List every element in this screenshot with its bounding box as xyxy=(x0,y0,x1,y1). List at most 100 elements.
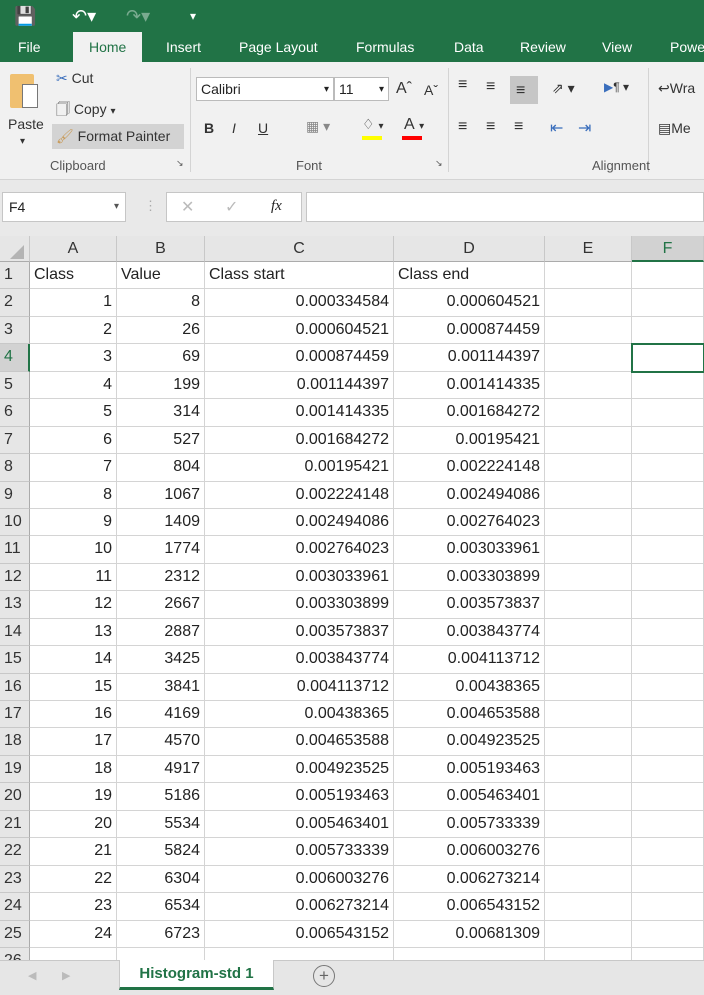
undo-icon[interactable]: ↶▾ xyxy=(72,6,96,27)
enter-icon[interactable]: ✓ xyxy=(225,197,238,217)
cell-d6[interactable]: 0.001684272 xyxy=(394,399,545,427)
name-box[interactable]: F4 ▾ xyxy=(2,192,126,222)
cell-a12[interactable]: 11 xyxy=(30,563,117,592)
cell-e4[interactable] xyxy=(545,344,632,372)
select-all-button[interactable] xyxy=(0,236,30,262)
cell-c26[interactable] xyxy=(205,948,394,960)
underline-button[interactable]: U xyxy=(258,120,268,136)
row-header[interactable]: 16 xyxy=(0,673,30,702)
cell-b8[interactable]: 804 xyxy=(117,454,205,482)
cell-b15[interactable]: 3425 xyxy=(117,646,205,674)
cell-c12[interactable]: 0.003033961 xyxy=(205,563,394,592)
cell-e20[interactable] xyxy=(545,783,632,811)
cell-e8[interactable] xyxy=(545,454,632,482)
cell-f17[interactable] xyxy=(632,701,704,729)
row-header[interactable]: 19 xyxy=(0,755,30,784)
row-header[interactable]: 5 xyxy=(0,371,30,400)
cell-a15[interactable]: 14 xyxy=(30,646,117,674)
cell-b25[interactable]: 6723 xyxy=(117,920,205,948)
cell-a17[interactable]: 16 xyxy=(30,701,117,729)
row-header[interactable]: 4 xyxy=(0,344,30,372)
cell-b26[interactable] xyxy=(117,948,205,960)
row-header[interactable]: 26 xyxy=(0,948,30,960)
align-left-icon[interactable]: ≡ xyxy=(458,118,467,136)
cell-c22[interactable]: 0.005733339 xyxy=(205,838,394,866)
cell-d25[interactable]: 0.00681309 xyxy=(394,920,545,948)
font-size-select[interactable]: 11 ▾ xyxy=(334,77,389,101)
cell-c25[interactable]: 0.006543152 xyxy=(205,920,394,948)
align-center-icon[interactable]: ≡ xyxy=(486,118,495,136)
tab-data[interactable]: Data xyxy=(454,39,484,55)
row-header[interactable]: 23 xyxy=(0,865,30,894)
formula-input[interactable] xyxy=(306,192,704,222)
format-painter-button[interactable]: 🖌 Format Painter xyxy=(52,124,184,149)
cell-f14[interactable] xyxy=(632,618,704,647)
cell-f10[interactable] xyxy=(632,508,704,537)
row-header[interactable]: 14 xyxy=(0,618,30,647)
cell-b4[interactable]: 69 xyxy=(117,344,205,372)
cell-c17[interactable]: 0.00438365 xyxy=(205,701,394,729)
cell-a26[interactable] xyxy=(30,948,117,960)
cell-b2[interactable]: 8 xyxy=(117,289,205,317)
cell-c5[interactable]: 0.001144397 xyxy=(205,371,394,400)
cell-a21[interactable]: 20 xyxy=(30,810,117,839)
row-header[interactable]: 20 xyxy=(0,783,30,811)
cell-a7[interactable]: 6 xyxy=(30,426,117,455)
cell-a20[interactable]: 19 xyxy=(30,783,117,811)
cell-d23[interactable]: 0.006273214 xyxy=(394,865,545,894)
cell-e7[interactable] xyxy=(545,426,632,455)
cell-c9[interactable]: 0.002224148 xyxy=(205,481,394,509)
cell-d26[interactable] xyxy=(394,948,545,960)
row-header[interactable]: 25 xyxy=(0,920,30,948)
cell-b19[interactable]: 4917 xyxy=(117,755,205,784)
tab-file[interactable]: File xyxy=(18,39,41,55)
column-header-d[interactable]: D xyxy=(394,236,545,262)
row-header[interactable]: 2 xyxy=(0,289,30,317)
cell-c4[interactable]: 0.000874459 xyxy=(205,344,394,372)
cell-c11[interactable]: 0.002764023 xyxy=(205,536,394,564)
cancel-icon[interactable]: ✕ xyxy=(181,197,194,217)
row-header[interactable]: 9 xyxy=(0,481,30,509)
column-header-a[interactable]: A xyxy=(30,236,117,262)
cell-f15[interactable] xyxy=(632,646,704,674)
cell-e12[interactable] xyxy=(545,563,632,592)
align-right-icon[interactable]: ≡ xyxy=(514,118,523,136)
cell-c20[interactable]: 0.005193463 xyxy=(205,783,394,811)
cell-c10[interactable]: 0.002494086 xyxy=(205,508,394,537)
increase-font-icon[interactable]: Aˆ xyxy=(396,80,412,98)
cell-f21[interactable] xyxy=(632,810,704,839)
cell-c14[interactable]: 0.003573837 xyxy=(205,618,394,647)
cell-e17[interactable] xyxy=(545,701,632,729)
cell-b6[interactable]: 314 xyxy=(117,399,205,427)
cell-f25[interactable] xyxy=(632,920,704,948)
cell-d9[interactable]: 0.002494086 xyxy=(394,481,545,509)
cell-c1[interactable]: Class start xyxy=(205,262,394,290)
cell-c3[interactable]: 0.000604521 xyxy=(205,316,394,345)
cell-c7[interactable]: 0.001684272 xyxy=(205,426,394,455)
cell-d17[interactable]: 0.004653588 xyxy=(394,701,545,729)
row-header[interactable]: 17 xyxy=(0,701,30,729)
fill-color-icon[interactable]: ♢ ▾ xyxy=(362,116,383,140)
cell-e1[interactable] xyxy=(545,262,632,290)
row-header[interactable]: 21 xyxy=(0,810,30,839)
cell-c2[interactable]: 0.000334584 xyxy=(205,289,394,317)
tab-view[interactable]: View xyxy=(602,39,632,55)
tab-power[interactable]: Powe xyxy=(670,39,704,55)
cell-f5[interactable] xyxy=(632,371,704,400)
tab-formulas[interactable]: Formulas xyxy=(356,39,414,55)
cell-f18[interactable] xyxy=(632,728,704,756)
row-header[interactable]: 13 xyxy=(0,591,30,619)
cell-b13[interactable]: 2667 xyxy=(117,591,205,619)
cell-d12[interactable]: 0.003303899 xyxy=(394,563,545,592)
font-name-select[interactable]: Calibri ▾ xyxy=(196,77,334,101)
cell-e6[interactable] xyxy=(545,399,632,427)
cell-f13[interactable] xyxy=(632,591,704,619)
cell-a11[interactable]: 10 xyxy=(30,536,117,564)
cell-e21[interactable] xyxy=(545,810,632,839)
row-header[interactable]: 11 xyxy=(0,536,30,564)
cell-b11[interactable]: 1774 xyxy=(117,536,205,564)
cell-a14[interactable]: 13 xyxy=(30,618,117,647)
row-header[interactable]: 8 xyxy=(0,454,30,482)
cell-c8[interactable]: 0.00195421 xyxy=(205,454,394,482)
cell-b9[interactable]: 1067 xyxy=(117,481,205,509)
